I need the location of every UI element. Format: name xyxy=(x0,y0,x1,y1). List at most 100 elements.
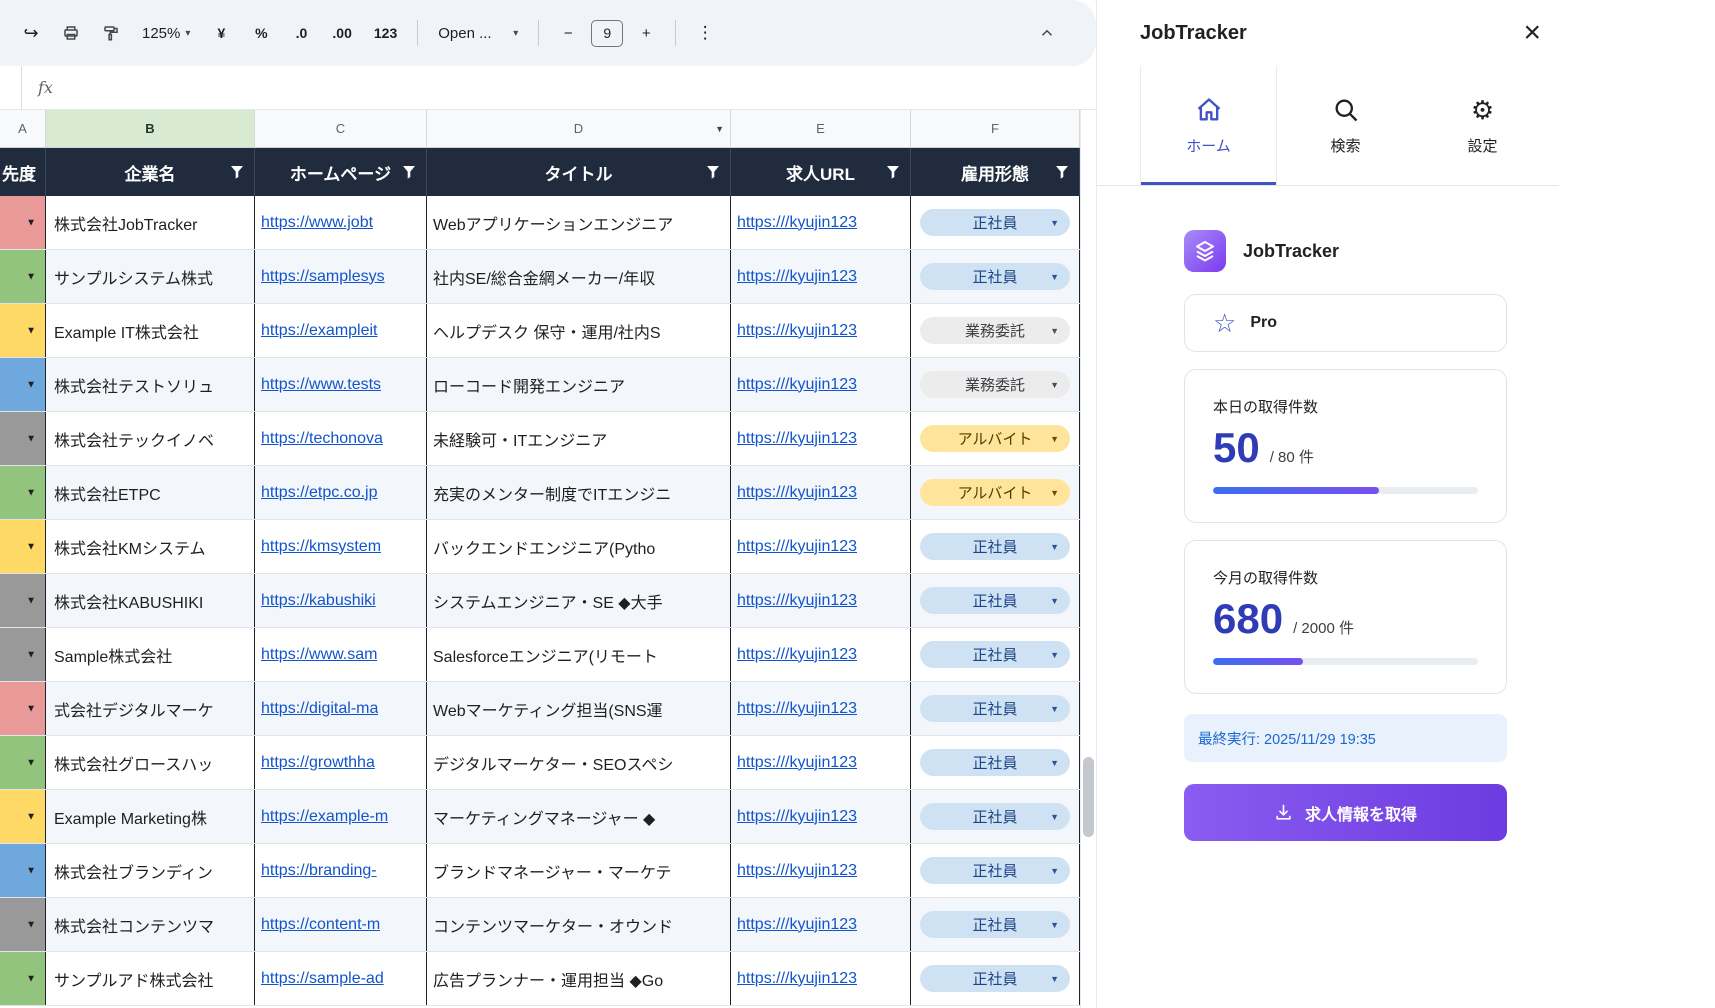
priority-cell[interactable]: ▼ xyxy=(0,250,46,303)
priority-cell[interactable]: ▼ xyxy=(0,736,46,789)
company-cell[interactable]: 株式会社テックイノベ xyxy=(46,412,255,465)
joburl-cell[interactable]: https:///kyujin123 xyxy=(731,790,911,843)
filter-icon[interactable] xyxy=(402,165,416,179)
column-letter-b[interactable]: B xyxy=(46,110,255,147)
employment-cell[interactable]: 正社員 ▼ xyxy=(911,952,1080,1005)
number-format-button[interactable]: 123 xyxy=(366,15,405,51)
column-letter-a[interactable]: A xyxy=(0,110,46,147)
joburl-cell[interactable]: https:///kyujin123 xyxy=(731,196,911,249)
company-cell[interactable]: Example IT株式会社 xyxy=(46,304,255,357)
joburl-cell[interactable]: https:///kyujin123 xyxy=(731,628,911,681)
homepage-cell[interactable]: https://sample-ad xyxy=(255,952,427,1005)
priority-cell[interactable]: ▼ xyxy=(0,574,46,627)
homepage-cell[interactable]: https://kmsystem xyxy=(255,520,427,573)
job-url-link[interactable]: https:///kyujin123 xyxy=(737,808,857,826)
company-cell[interactable]: 株式会社KABUSHIKI xyxy=(46,574,255,627)
title-cell[interactable]: ローコード開発エンジニア xyxy=(427,358,731,411)
priority-cell[interactable]: ▼ xyxy=(0,952,46,1005)
decrease-font-size-button[interactable]: − xyxy=(551,15,585,51)
employment-cell[interactable]: アルバイト ▼ xyxy=(911,466,1080,519)
priority-cell[interactable]: ▼ xyxy=(0,412,46,465)
paint-format-button[interactable] xyxy=(94,15,128,51)
title-cell[interactable]: バックエンドエンジニア(Pytho xyxy=(427,520,731,573)
close-icon[interactable]: × xyxy=(1517,18,1547,48)
homepage-link[interactable]: https://digital-ma xyxy=(261,700,378,718)
homepage-link[interactable]: https://example-m xyxy=(261,808,388,826)
priority-cell[interactable]: ▼ xyxy=(0,196,46,249)
tab-search[interactable]: 検索 xyxy=(1277,66,1414,185)
homepage-cell[interactable]: https://www.sam xyxy=(255,628,427,681)
title-cell[interactable]: 充実のメンター制度でITエンジニ xyxy=(427,466,731,519)
filter-icon[interactable] xyxy=(230,165,244,179)
employment-dropdown[interactable]: 正社員 ▼ xyxy=(920,911,1070,938)
header-joburl[interactable]: 求人URL xyxy=(731,148,911,196)
employment-dropdown[interactable]: 正社員 ▼ xyxy=(920,587,1070,614)
priority-cell[interactable]: ▼ xyxy=(0,682,46,735)
homepage-cell[interactable]: https://growthha xyxy=(255,736,427,789)
employment-dropdown[interactable]: アルバイト ▼ xyxy=(920,425,1070,452)
employment-cell[interactable]: 正社員 ▼ xyxy=(911,682,1080,735)
company-cell[interactable]: 株式会社グロースハッ xyxy=(46,736,255,789)
homepage-cell[interactable]: https://content-m xyxy=(255,898,427,951)
title-cell[interactable]: 社内SE/総合金網メーカー/年収 xyxy=(427,250,731,303)
homepage-cell[interactable]: https://example-m xyxy=(255,790,427,843)
company-cell[interactable]: 株式会社テストソリュ xyxy=(46,358,255,411)
redo-button[interactable]: ↪ xyxy=(14,15,48,51)
title-cell[interactable]: システムエンジニア・SE ◆大手 xyxy=(427,574,731,627)
title-cell[interactable]: Salesforceエンジニア(リモート xyxy=(427,628,731,681)
employment-dropdown[interactable]: 業務委託 ▼ xyxy=(920,371,1070,398)
homepage-link[interactable]: https://etpc.co.jp xyxy=(261,484,378,502)
employment-cell[interactable]: 正社員 ▼ xyxy=(911,628,1080,681)
priority-cell[interactable]: ▼ xyxy=(0,628,46,681)
homepage-link[interactable]: https://samplesys xyxy=(261,268,385,286)
employment-cell[interactable]: 正社員 ▼ xyxy=(911,790,1080,843)
more-options-button[interactable]: ⋮ xyxy=(688,15,722,51)
filter-icon[interactable] xyxy=(886,165,900,179)
header-employment[interactable]: 雇用形態 xyxy=(911,148,1080,196)
font-select[interactable]: Open ... ▾ xyxy=(430,15,526,51)
priority-cell[interactable]: ▼ xyxy=(0,898,46,951)
priority-cell[interactable]: ▼ xyxy=(0,304,46,357)
joburl-cell[interactable]: https:///kyujin123 xyxy=(731,844,911,897)
homepage-cell[interactable]: https://techonova xyxy=(255,412,427,465)
tab-home[interactable]: ホーム xyxy=(1140,66,1277,185)
percent-format-button[interactable]: % xyxy=(244,15,278,51)
employment-dropdown[interactable]: 正社員 ▼ xyxy=(920,209,1070,236)
job-url-link[interactable]: https:///kyujin123 xyxy=(737,376,857,394)
homepage-link[interactable]: https://www.sam xyxy=(261,646,377,664)
job-url-link[interactable]: https:///kyujin123 xyxy=(737,970,857,988)
employment-cell[interactable]: 業務委託 ▼ xyxy=(911,304,1080,357)
print-button[interactable] xyxy=(54,15,88,51)
employment-dropdown[interactable]: 正社員 ▼ xyxy=(920,857,1070,884)
header-homepage[interactable]: ホームページ xyxy=(255,148,427,196)
currency-format-button[interactable]: ¥ xyxy=(204,15,238,51)
employment-cell[interactable]: 正社員 ▼ xyxy=(911,844,1080,897)
homepage-cell[interactable]: https://etpc.co.jp xyxy=(255,466,427,519)
employment-dropdown[interactable]: 正社員 ▼ xyxy=(920,749,1070,776)
joburl-cell[interactable]: https:///kyujin123 xyxy=(731,898,911,951)
column-letter-f[interactable]: F xyxy=(911,110,1080,147)
joburl-cell[interactable]: https:///kyujin123 xyxy=(731,250,911,303)
increase-decimals-button[interactable]: .00 xyxy=(324,15,359,51)
employment-cell[interactable]: 正社員 ▼ xyxy=(911,898,1080,951)
formula-bar[interactable]: fx xyxy=(0,66,1096,110)
company-cell[interactable]: Sample株式会社 xyxy=(46,628,255,681)
homepage-cell[interactable]: https://samplesys xyxy=(255,250,427,303)
company-cell[interactable]: 株式会社JobTracker xyxy=(46,196,255,249)
title-cell[interactable]: コンテンツマーケター・オウンド xyxy=(427,898,731,951)
homepage-cell[interactable]: https://exampleit xyxy=(255,304,427,357)
job-url-link[interactable]: https:///kyujin123 xyxy=(737,646,857,664)
job-url-link[interactable]: https:///kyujin123 xyxy=(737,700,857,718)
job-url-link[interactable]: https:///kyujin123 xyxy=(737,862,857,880)
column-letter-e[interactable]: E xyxy=(731,110,911,147)
collapse-toolbar-button[interactable] xyxy=(1030,15,1064,51)
employment-dropdown[interactable]: 正社員 ▼ xyxy=(920,695,1070,722)
header-company[interactable]: 企業名 xyxy=(46,148,255,196)
employment-dropdown[interactable]: 正社員 ▼ xyxy=(920,641,1070,668)
homepage-link[interactable]: https://exampleit xyxy=(261,322,378,340)
filter-icon[interactable] xyxy=(706,165,720,179)
job-url-link[interactable]: https:///kyujin123 xyxy=(737,268,857,286)
joburl-cell[interactable]: https:///kyujin123 xyxy=(731,304,911,357)
homepage-cell[interactable]: https://www.tests xyxy=(255,358,427,411)
homepage-link[interactable]: https://www.jobt xyxy=(261,214,373,232)
